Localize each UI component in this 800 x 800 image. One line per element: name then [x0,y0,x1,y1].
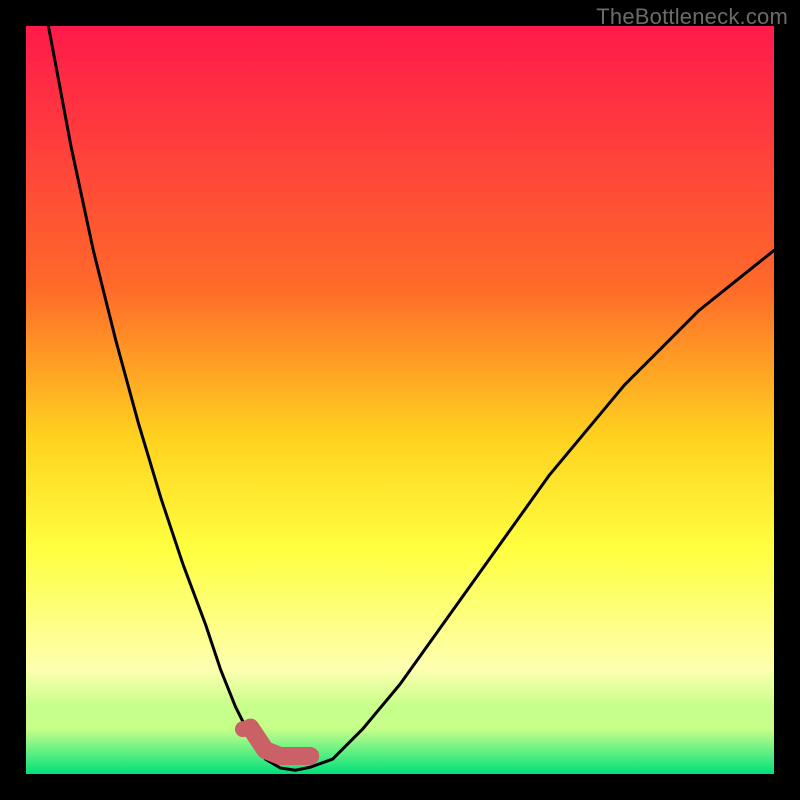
chart-background [26,26,774,774]
optimal-marker-point [235,721,251,737]
chart-plot-area [26,26,774,774]
watermark-text: TheBottleneck.com [596,4,788,30]
chart-svg [26,26,774,774]
